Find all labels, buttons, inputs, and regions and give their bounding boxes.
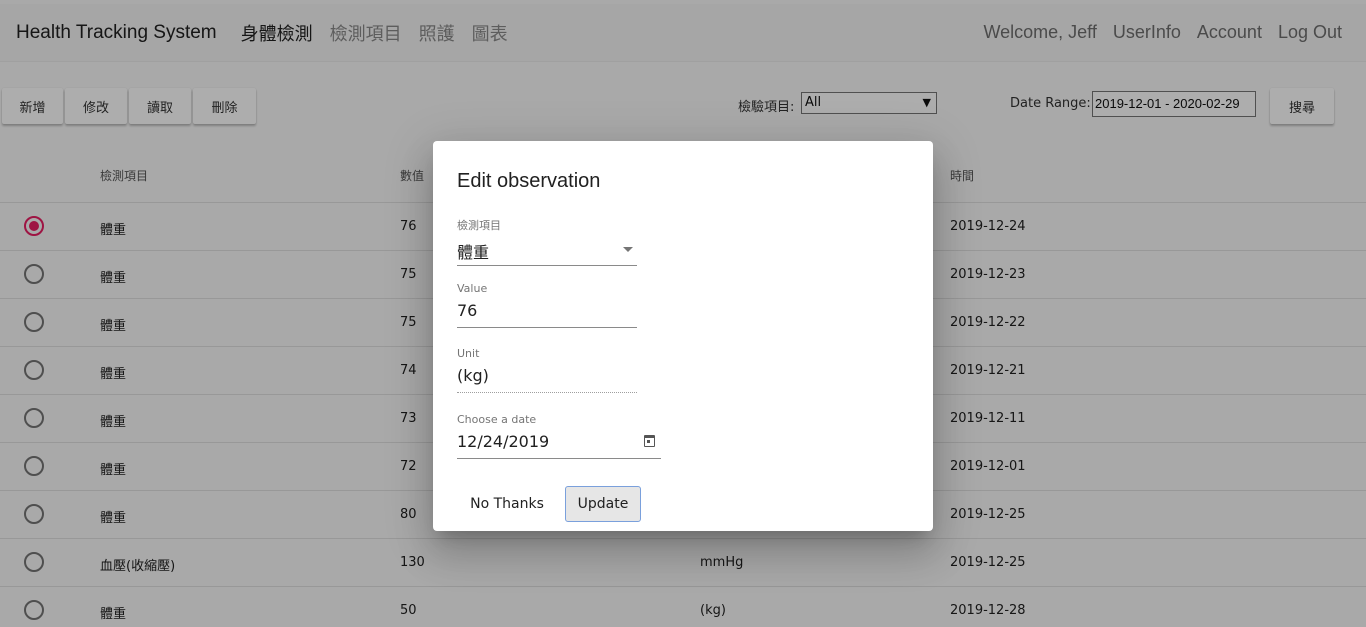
item-select[interactable]: 體重 — [457, 239, 637, 266]
dialog-title: Edit observation — [457, 170, 601, 192]
item-field-label: 檢測項目 — [457, 219, 501, 232]
unit-field-label: Unit — [457, 347, 480, 360]
edit-observation-dialog: Edit observation 檢測項目 體重 Value 76 Unit (… — [433, 141, 933, 531]
update-button[interactable]: Update — [565, 486, 641, 522]
unit-field: Unit (kg) — [457, 347, 637, 393]
unit-input: (kg) — [457, 366, 637, 393]
date-input-value: 12/24/2019 — [457, 432, 550, 451]
value-field[interactable]: Value 76 — [457, 282, 637, 328]
date-field-label: Choose a date — [457, 413, 537, 426]
date-field[interactable]: Choose a date 12/24/2019 — [457, 413, 661, 459]
dropdown-caret-icon — [623, 247, 633, 252]
date-input[interactable]: 12/24/2019 — [457, 432, 661, 459]
value-input[interactable]: 76 — [457, 301, 637, 328]
item-select-value: 體重 — [457, 243, 490, 262]
item-field[interactable]: 檢測項目 體重 — [457, 217, 637, 266]
page: Health Tracking System 身體檢測 檢測項目 照護 圖表 W… — [0, 0, 1366, 627]
no-thanks-button[interactable]: No Thanks — [457, 486, 557, 522]
value-field-label: Value — [457, 282, 488, 295]
calendar-icon[interactable] — [644, 435, 655, 447]
